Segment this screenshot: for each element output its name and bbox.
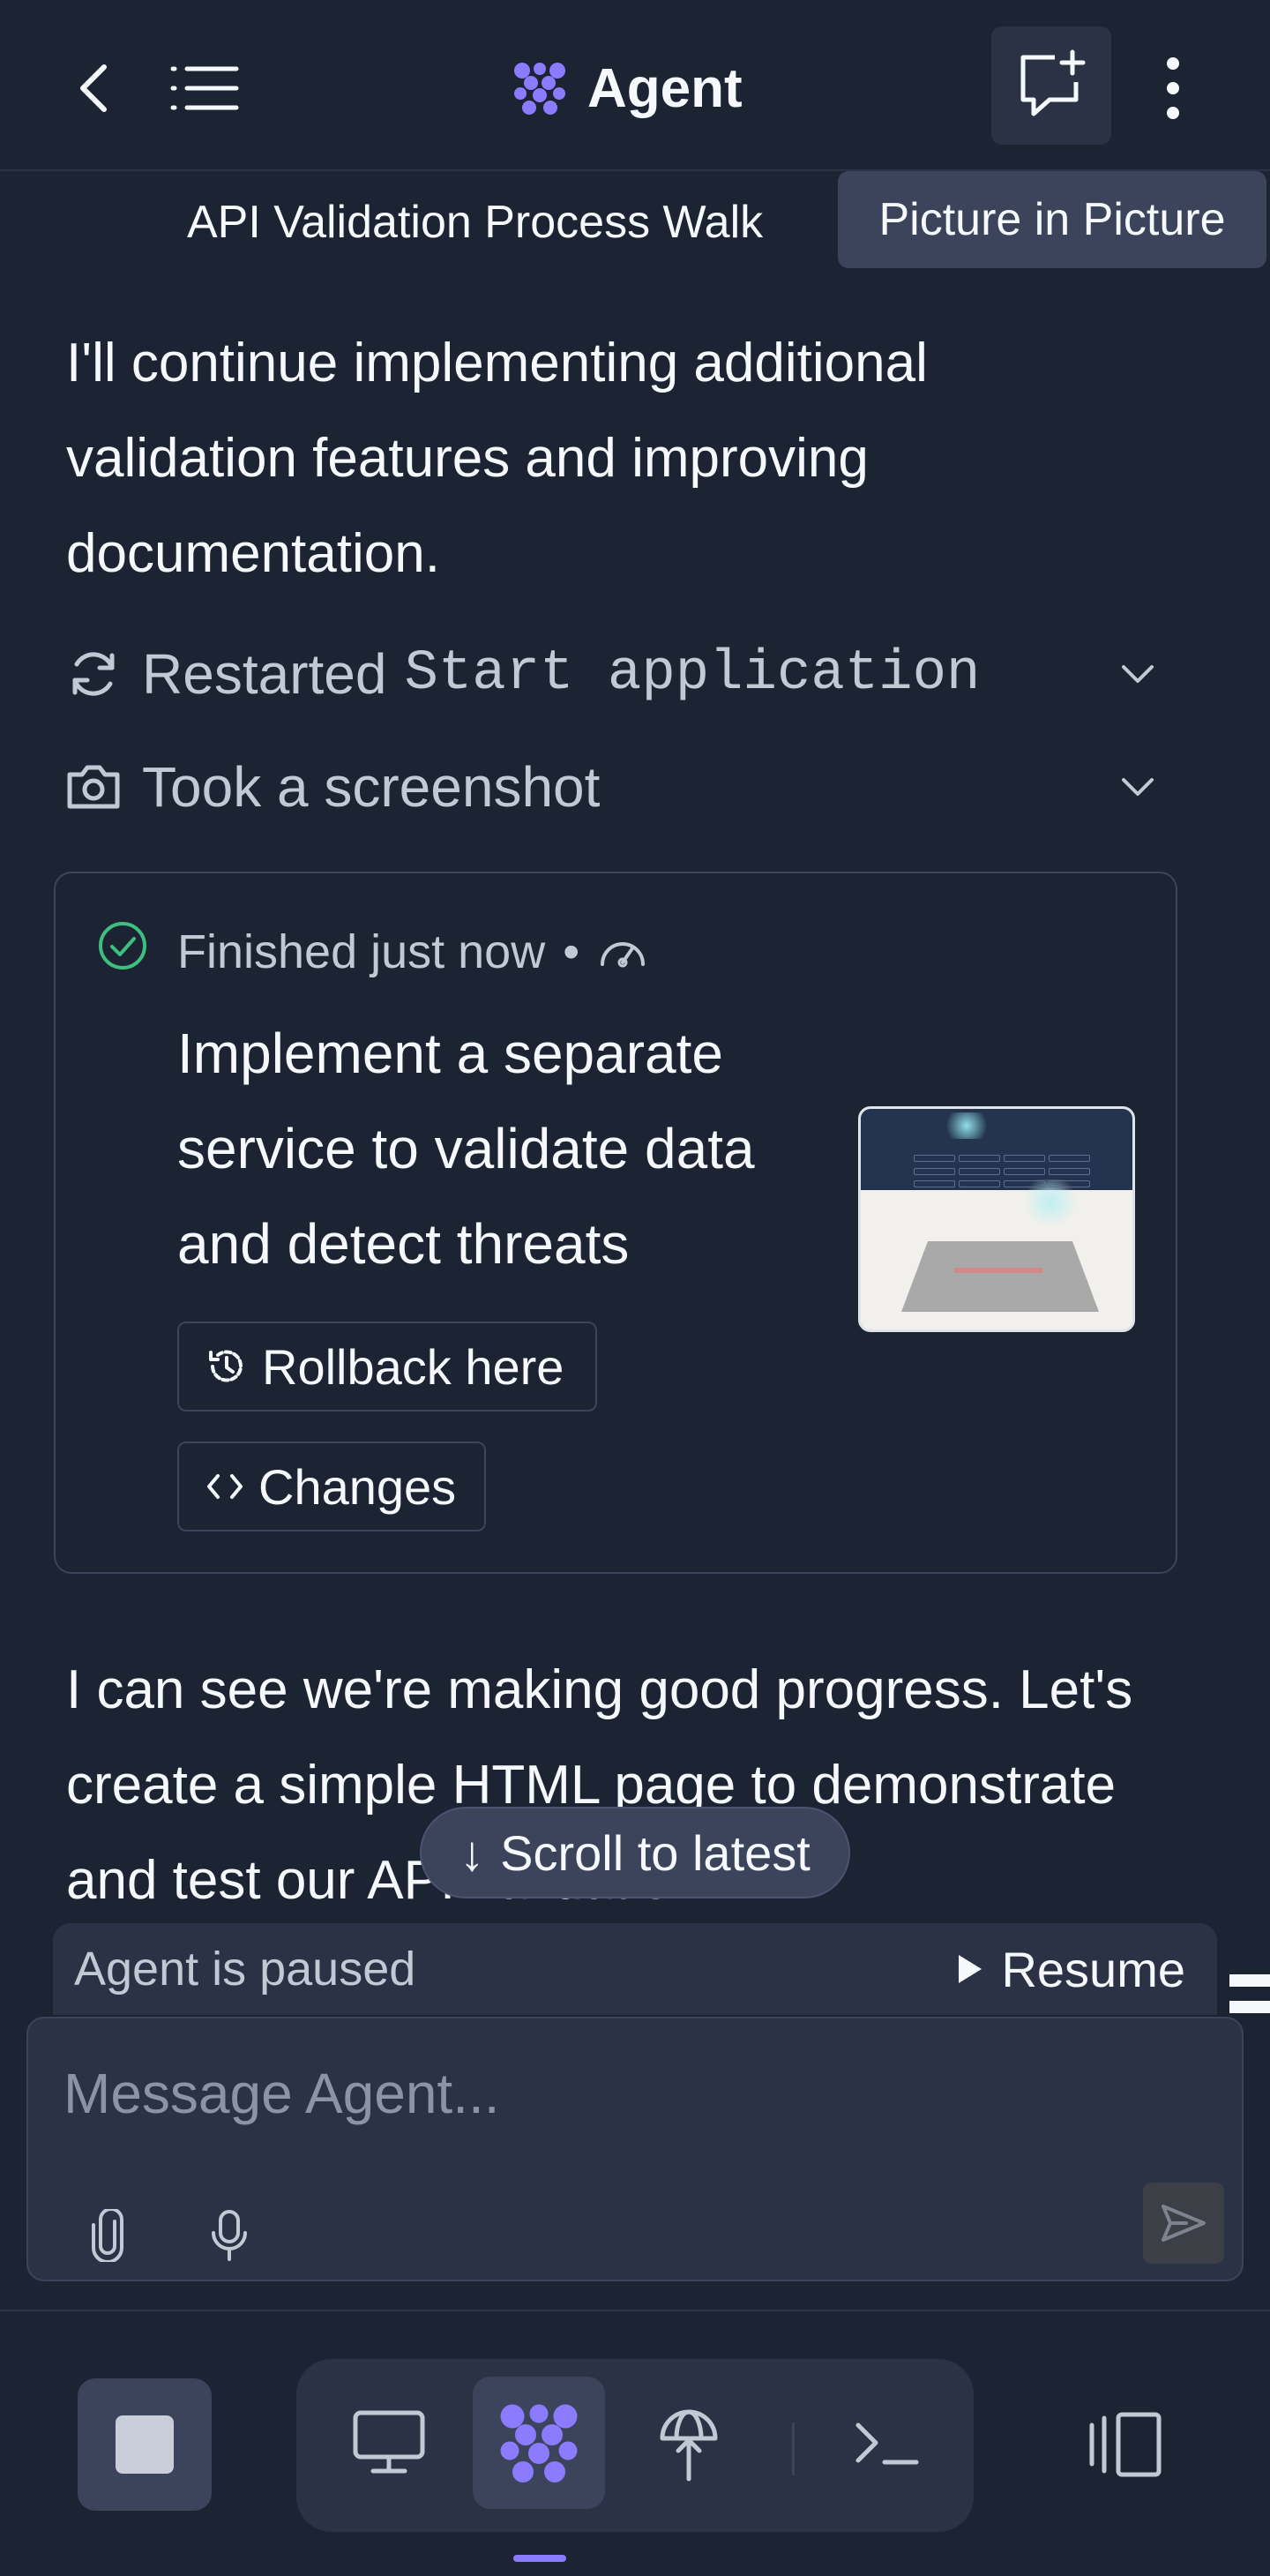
action-label: Restarted [142, 642, 387, 706]
camera-icon [66, 756, 128, 818]
history-icon [209, 1350, 243, 1382]
agent-logo-icon [514, 63, 565, 115]
edge-handle [1229, 2001, 1270, 2013]
tab-shell[interactable] [820, 2377, 952, 2509]
header: Agent [0, 0, 1270, 171]
agent-paused-bar: Agent is paused Resume [53, 1923, 1217, 2015]
scroll-to-latest-button[interactable]: ↓ Scroll to latest [420, 1807, 850, 1898]
checkpoint-card: Finished just now • Implement a separate… [54, 872, 1177, 1574]
list-icon [170, 66, 239, 110]
tab-separator [792, 2422, 795, 2475]
gauge-icon[interactable] [597, 925, 648, 979]
checkpoint-description: Implement a separate service to validate… [177, 1022, 755, 1276]
tab-agent[interactable] [473, 2377, 605, 2509]
bottom-tab-bar [296, 2359, 974, 2532]
panels-icon [1089, 2412, 1162, 2477]
rollback-label: Rollback here [262, 1338, 564, 1395]
back-button[interactable] [53, 48, 134, 129]
microphone-icon[interactable] [185, 2191, 273, 2280]
thumbnail-surface [901, 1241, 1099, 1312]
more-vertical-icon [1167, 57, 1179, 119]
new-chat-button[interactable] [991, 26, 1111, 145]
agent-message: I'll continue implementing additional va… [66, 333, 928, 584]
checkpoint-status: Finished just now • [177, 925, 648, 979]
tab-webview[interactable] [323, 2377, 455, 2509]
message-input[interactable] [64, 2054, 1122, 2133]
resume-button[interactable]: Resume [955, 1941, 1185, 1998]
agent-logo-icon [500, 2404, 578, 2482]
restart-icon [66, 643, 128, 705]
chevron-down-icon[interactable] [1107, 756, 1169, 818]
agent-screen: Agent API Validation Process Walk Pictur… [0, 0, 1270, 2576]
paperclip-icon[interactable] [64, 2191, 152, 2280]
code-icon [207, 1474, 243, 1499]
tab-deployments[interactable] [623, 2377, 755, 2509]
stop-button[interactable] [78, 2378, 212, 2511]
thumbnail-glow [940, 1112, 993, 1139]
changes-label: Changes [258, 1458, 457, 1515]
edge-handle [1229, 1974, 1270, 1987]
resume-label: Resume [1001, 1941, 1185, 1997]
page-title: Agent [587, 57, 743, 119]
thumbnail-tiles [914, 1155, 1090, 1190]
history-list-button[interactable] [159, 48, 250, 129]
message-composer [26, 2017, 1244, 2281]
session-title[interactable]: API Validation Process Walk [187, 196, 840, 249]
action-code: Start application [404, 642, 981, 706]
paused-status-text: Agent is paused [74, 1943, 416, 1996]
divider [0, 2310, 1270, 2311]
more-options-button[interactable] [1132, 48, 1214, 129]
deploy-icon [660, 2409, 718, 2482]
play-icon [959, 1955, 982, 1983]
action-restart-row[interactable]: Restarted Start application [66, 630, 1169, 718]
check-circle-icon [96, 919, 149, 972]
send-button[interactable] [1143, 2183, 1224, 2264]
monitor-icon [353, 2410, 425, 2474]
picture-in-picture-tooltip: Picture in Picture [838, 171, 1266, 268]
header-title-group: Agent [512, 49, 743, 127]
action-label: Took a screenshot [142, 755, 601, 819]
stop-icon [116, 2415, 174, 2474]
chevron-down-icon[interactable] [1107, 643, 1169, 705]
send-icon [1162, 2205, 1206, 2242]
status-separator: • [563, 925, 580, 978]
status-text: Finished just now [177, 925, 546, 978]
action-screenshot-row[interactable]: Took a screenshot [66, 743, 1169, 831]
new-chat-icon [1020, 49, 1086, 116]
rollback-button[interactable]: Rollback here [177, 1322, 597, 1412]
chevron-left-icon [80, 64, 107, 112]
terminal-icon [855, 2422, 919, 2465]
changes-button[interactable]: Changes [177, 1442, 486, 1531]
panels-button[interactable] [1058, 2378, 1192, 2511]
checkpoint-screenshot-thumbnail[interactable] [858, 1106, 1135, 1332]
arrow-down-icon: ↓ [459, 1824, 485, 1881]
scroll-to-latest-label: Scroll to latest [500, 1824, 811, 1881]
home-indicator [513, 2555, 566, 2562]
